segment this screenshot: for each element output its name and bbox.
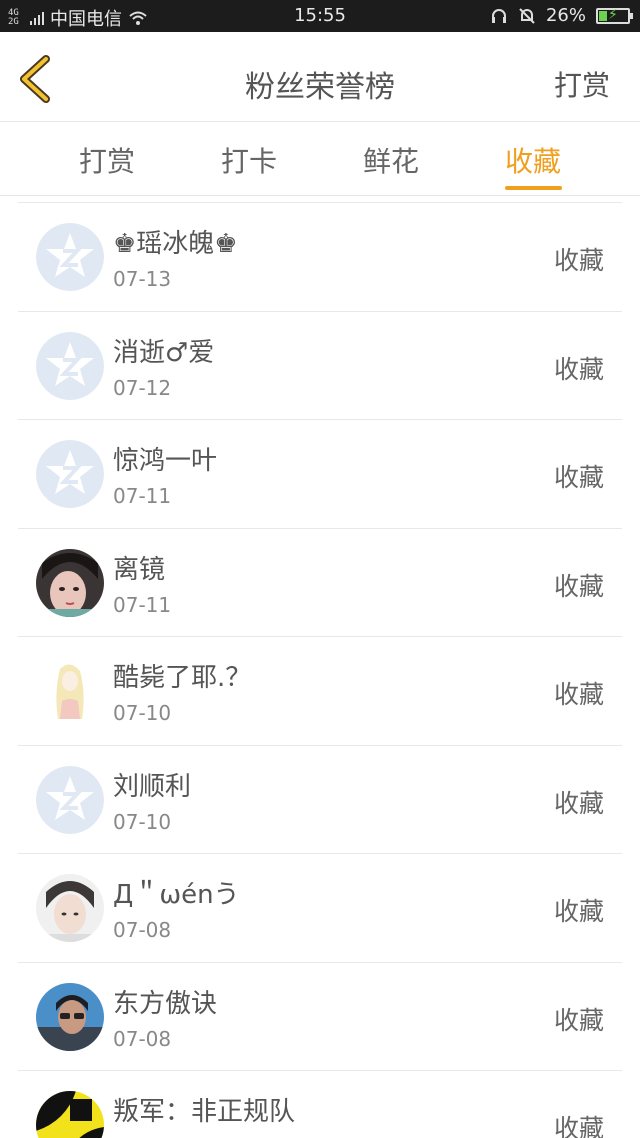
list-item[interactable]: 叛军：非正规队 收藏: [18, 1071, 622, 1138]
list-item[interactable]: 离镜 07-11 收藏: [18, 529, 622, 637]
battery-percent: 26%: [545, 5, 586, 26]
favorite-label: 收藏: [553, 1114, 604, 1138]
photo-avatar: [36, 1091, 104, 1138]
fan-name: 东方傲诀: [113, 988, 218, 1019]
list-item[interactable]: 惊鸿一叶 07-11 收藏: [18, 420, 622, 529]
favorite-label: 收藏: [553, 246, 604, 275]
list-item[interactable]: ♚瑶冰魄♚ 07-13 收藏: [18, 203, 622, 312]
fan-date: 07-08: [113, 918, 172, 942]
fan-date: 07-13: [113, 267, 172, 291]
fan-name: 消逝♂爱: [113, 337, 215, 368]
fan-date: 07-11: [113, 484, 172, 508]
favorite-label: 收藏: [553, 571, 604, 601]
favorite-label: 收藏: [553, 788, 604, 818]
photo-avatar: [36, 874, 104, 942]
favorite-label: 收藏: [553, 680, 604, 709]
headset-icon: [491, 8, 506, 23]
page-title: 粉丝荣誉榜: [245, 70, 395, 105]
fan-name: 刘顺利: [113, 771, 192, 802]
list-item[interactable]: 消逝♂爱 07-12 收藏: [18, 312, 622, 420]
favorites-list: ♚瑶冰魄♚ 07-13 收藏 消逝♂爱 07-12 收藏 惊鸿一叶 07-11 …: [18, 202, 622, 1138]
fan-name: 叛军：非正规队: [113, 1097, 296, 1127]
active-tab-indicator: [505, 186, 562, 190]
fan-date: 07-11: [113, 592, 172, 617]
favorite-label: 收藏: [553, 463, 604, 492]
battery-icon: ⚡: [596, 7, 633, 24]
default-avatar: [36, 223, 104, 291]
tip-button[interactable]: 打赏: [554, 64, 610, 104]
fan-name: ♚瑶冰魄♚: [113, 229, 238, 259]
list-item[interactable]: 刘顺利 07-10 收藏: [18, 746, 622, 854]
fan-name: 惊鸿一叶: [113, 446, 218, 476]
nav-header: 粉丝荣誉榜 打赏: [0, 32, 640, 122]
list-item[interactable]: 东方傲诀 07-08 收藏: [18, 963, 622, 1071]
default-avatar: [36, 331, 104, 400]
fan-date: 07-08: [113, 1026, 172, 1051]
fan-date: 07-10: [113, 701, 172, 725]
favorite-label: 收藏: [553, 897, 604, 926]
photo-avatar: [36, 982, 104, 1051]
fan-name: 酷毙了耶.？: [113, 663, 252, 693]
status-bar: 4G 2G 中国电信 15:55 26% ⚡: [0, 0, 640, 32]
fan-name: Д＂ωénう: [113, 880, 240, 910]
tab-tip[interactable]: 打赏: [47, 140, 167, 180]
fan-date: 07-12: [113, 375, 172, 400]
tab-flowers[interactable]: 鲜花: [331, 140, 451, 180]
tab-bar: 打赏 打卡 鲜花 收藏: [0, 122, 640, 196]
mute-bell-icon: [519, 7, 535, 24]
favorite-label: 收藏: [553, 354, 604, 384]
list-item[interactable]: Д＂ωénう 07-08 收藏: [18, 854, 622, 963]
tab-checkin[interactable]: 打卡: [189, 140, 309, 180]
fan-name: 离镜: [113, 554, 166, 585]
default-avatar: [36, 765, 104, 834]
tab-favorites[interactable]: 收藏: [473, 140, 593, 180]
default-avatar: [36, 440, 104, 508]
fan-date: 07-10: [113, 809, 172, 834]
list-item[interactable]: 酷毙了耶.？ 07-10 收藏: [18, 637, 622, 746]
photo-avatar: [36, 548, 104, 617]
drawing-avatar: [36, 657, 104, 725]
favorite-label: 收藏: [553, 1005, 604, 1035]
